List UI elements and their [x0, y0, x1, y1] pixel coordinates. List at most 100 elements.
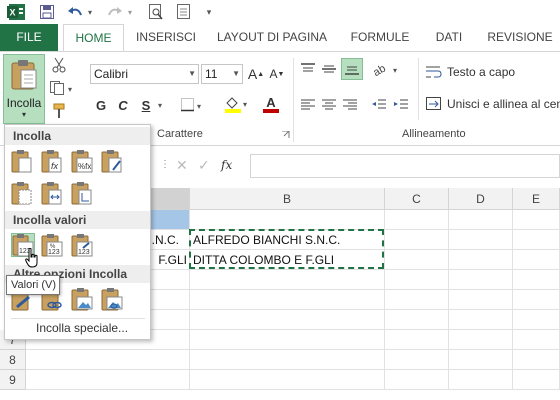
align-bottom-icon[interactable]: [341, 58, 363, 80]
align-left-icon[interactable]: [299, 96, 317, 114]
orientation-icon[interactable]: ab ▾: [372, 60, 402, 78]
borders-icon[interactable]: ▾: [180, 96, 206, 114]
tab-page-layout[interactable]: LAYOUT DI PAGINA: [208, 24, 336, 51]
format-painter-icon[interactable]: [50, 102, 68, 120]
copy-icon[interactable]: ▾: [48, 79, 74, 97]
align-middle-icon[interactable]: [320, 60, 338, 78]
font-name-select[interactable]: Calibri ▼: [90, 64, 199, 84]
cell-d3[interactable]: [449, 250, 513, 270]
cell-b9[interactable]: [190, 370, 385, 390]
tab-home[interactable]: HOME: [63, 24, 124, 52]
grow-font-button[interactable]: A ▲: [247, 64, 265, 84]
cell-d8[interactable]: [449, 350, 513, 370]
undo-dropdown-icon[interactable]: ▾: [85, 3, 95, 21]
cell-c1[interactable]: [385, 210, 449, 230]
paste-formulas-number-format-icon[interactable]: %fx: [71, 149, 95, 173]
cell-e2[interactable]: [513, 230, 560, 250]
scissors-icon[interactable]: [50, 56, 68, 74]
cell-b5[interactable]: [190, 290, 385, 310]
align-right-icon[interactable]: [341, 96, 359, 114]
increase-indent-icon[interactable]: [392, 96, 410, 114]
paste-formulas-icon[interactable]: fx: [41, 149, 65, 173]
chevron-down-icon[interactable]: ▾: [155, 98, 165, 112]
tab-file[interactable]: FILE: [0, 24, 58, 51]
cell-e4[interactable]: [513, 270, 560, 290]
paste-values-number-format-icon[interactable]: % 123: [41, 233, 65, 257]
paste-keep-widths-icon[interactable]: [41, 181, 65, 205]
cell-d2[interactable]: [449, 230, 513, 250]
cell-b4[interactable]: [190, 270, 385, 290]
cancel-icon[interactable]: ✕: [176, 156, 192, 174]
formula-input[interactable]: [250, 154, 560, 178]
paste-picture-icon[interactable]: [71, 287, 95, 311]
font-size-select[interactable]: 11 ▼: [201, 64, 243, 84]
paste-icon[interactable]: [11, 149, 35, 173]
align-center-icon[interactable]: [320, 96, 338, 114]
bold-button[interactable]: G: [94, 96, 108, 114]
cell-b1[interactable]: [190, 210, 385, 230]
undo-icon[interactable]: [66, 3, 84, 21]
cell-c7[interactable]: [385, 330, 449, 350]
cell-e7[interactable]: [513, 330, 560, 350]
cell-d6[interactable]: [449, 310, 513, 330]
paste-values-source-format-icon[interactable]: 123: [71, 233, 95, 257]
more-icon[interactable]: ⋮: [160, 158, 170, 172]
row-header-9[interactable]: 9: [0, 370, 26, 390]
paste-transpose-icon[interactable]: [71, 181, 95, 205]
cell-c4[interactable]: [385, 270, 449, 290]
cell-d9[interactable]: [449, 370, 513, 390]
cell-e5[interactable]: [513, 290, 560, 310]
cell-b8[interactable]: [190, 350, 385, 370]
confirm-icon[interactable]: ✓: [198, 156, 214, 174]
merge-center-button[interactable]: Unisci e allinea al centro: [426, 94, 560, 114]
decrease-indent-icon[interactable]: [370, 96, 388, 114]
shrink-font-button[interactable]: A ▼: [268, 64, 286, 84]
tab-data[interactable]: DATI: [424, 24, 474, 51]
save-icon[interactable]: [38, 3, 56, 21]
cell-d5[interactable]: [449, 290, 513, 310]
column-header-c[interactable]: C: [385, 188, 449, 210]
cell-e8[interactable]: [513, 350, 560, 370]
cell-a8[interactable]: [26, 350, 190, 370]
font-color-button[interactable]: A: [256, 94, 286, 114]
paste-button[interactable]: Incolla ▾: [3, 54, 45, 124]
italic-button[interactable]: C: [116, 96, 130, 114]
cell-c5[interactable]: [385, 290, 449, 310]
paste-keep-formatting-icon[interactable]: [101, 149, 125, 173]
cell-a9[interactable]: [26, 370, 190, 390]
cell-e6[interactable]: [513, 310, 560, 330]
cell-b6[interactable]: [190, 310, 385, 330]
paste-linked-picture-icon[interactable]: [101, 287, 125, 311]
fill-color-icon[interactable]: ▾: [222, 94, 252, 114]
dialog-launcher-icon[interactable]: [281, 130, 291, 140]
column-header-d[interactable]: D: [449, 188, 513, 210]
customize-icon[interactable]: ▾: [203, 3, 215, 21]
cell-d7[interactable]: [449, 330, 513, 350]
row-header-8[interactable]: 8: [0, 350, 26, 370]
redo-icon[interactable]: [106, 3, 124, 21]
underline-button[interactable]: S: [139, 96, 153, 114]
print-preview-icon[interactable]: [147, 3, 165, 21]
wrap-text-button[interactable]: Testo a capo: [426, 62, 560, 82]
cell-c2[interactable]: [385, 230, 449, 250]
cell-b7[interactable]: [190, 330, 385, 350]
cell-c8[interactable]: [385, 350, 449, 370]
redo-dropdown-icon[interactable]: ▾: [125, 3, 135, 21]
tab-insert[interactable]: INSERISCI: [130, 24, 202, 51]
column-header-b[interactable]: B: [190, 188, 385, 210]
column-header-e[interactable]: E: [513, 188, 560, 210]
tab-formulas[interactable]: FORMULE: [344, 24, 416, 51]
cell-e3[interactable]: [513, 250, 560, 270]
cell-c9[interactable]: [385, 370, 449, 390]
cell-d4[interactable]: [449, 270, 513, 290]
tab-review[interactable]: REVISIONE: [480, 24, 560, 51]
insert-function-icon[interactable]: fx: [221, 156, 239, 174]
paste-special-item[interactable]: Incolla speciale...: [36, 321, 128, 335]
paste-no-borders-icon[interactable]: [11, 181, 35, 205]
align-top-icon[interactable]: [299, 60, 317, 78]
cell-c3[interactable]: [385, 250, 449, 270]
cell-d1[interactable]: [449, 210, 513, 230]
cell-e1[interactable]: [513, 210, 560, 230]
page-icon[interactable]: [175, 3, 193, 21]
cell-e9[interactable]: [513, 370, 560, 390]
